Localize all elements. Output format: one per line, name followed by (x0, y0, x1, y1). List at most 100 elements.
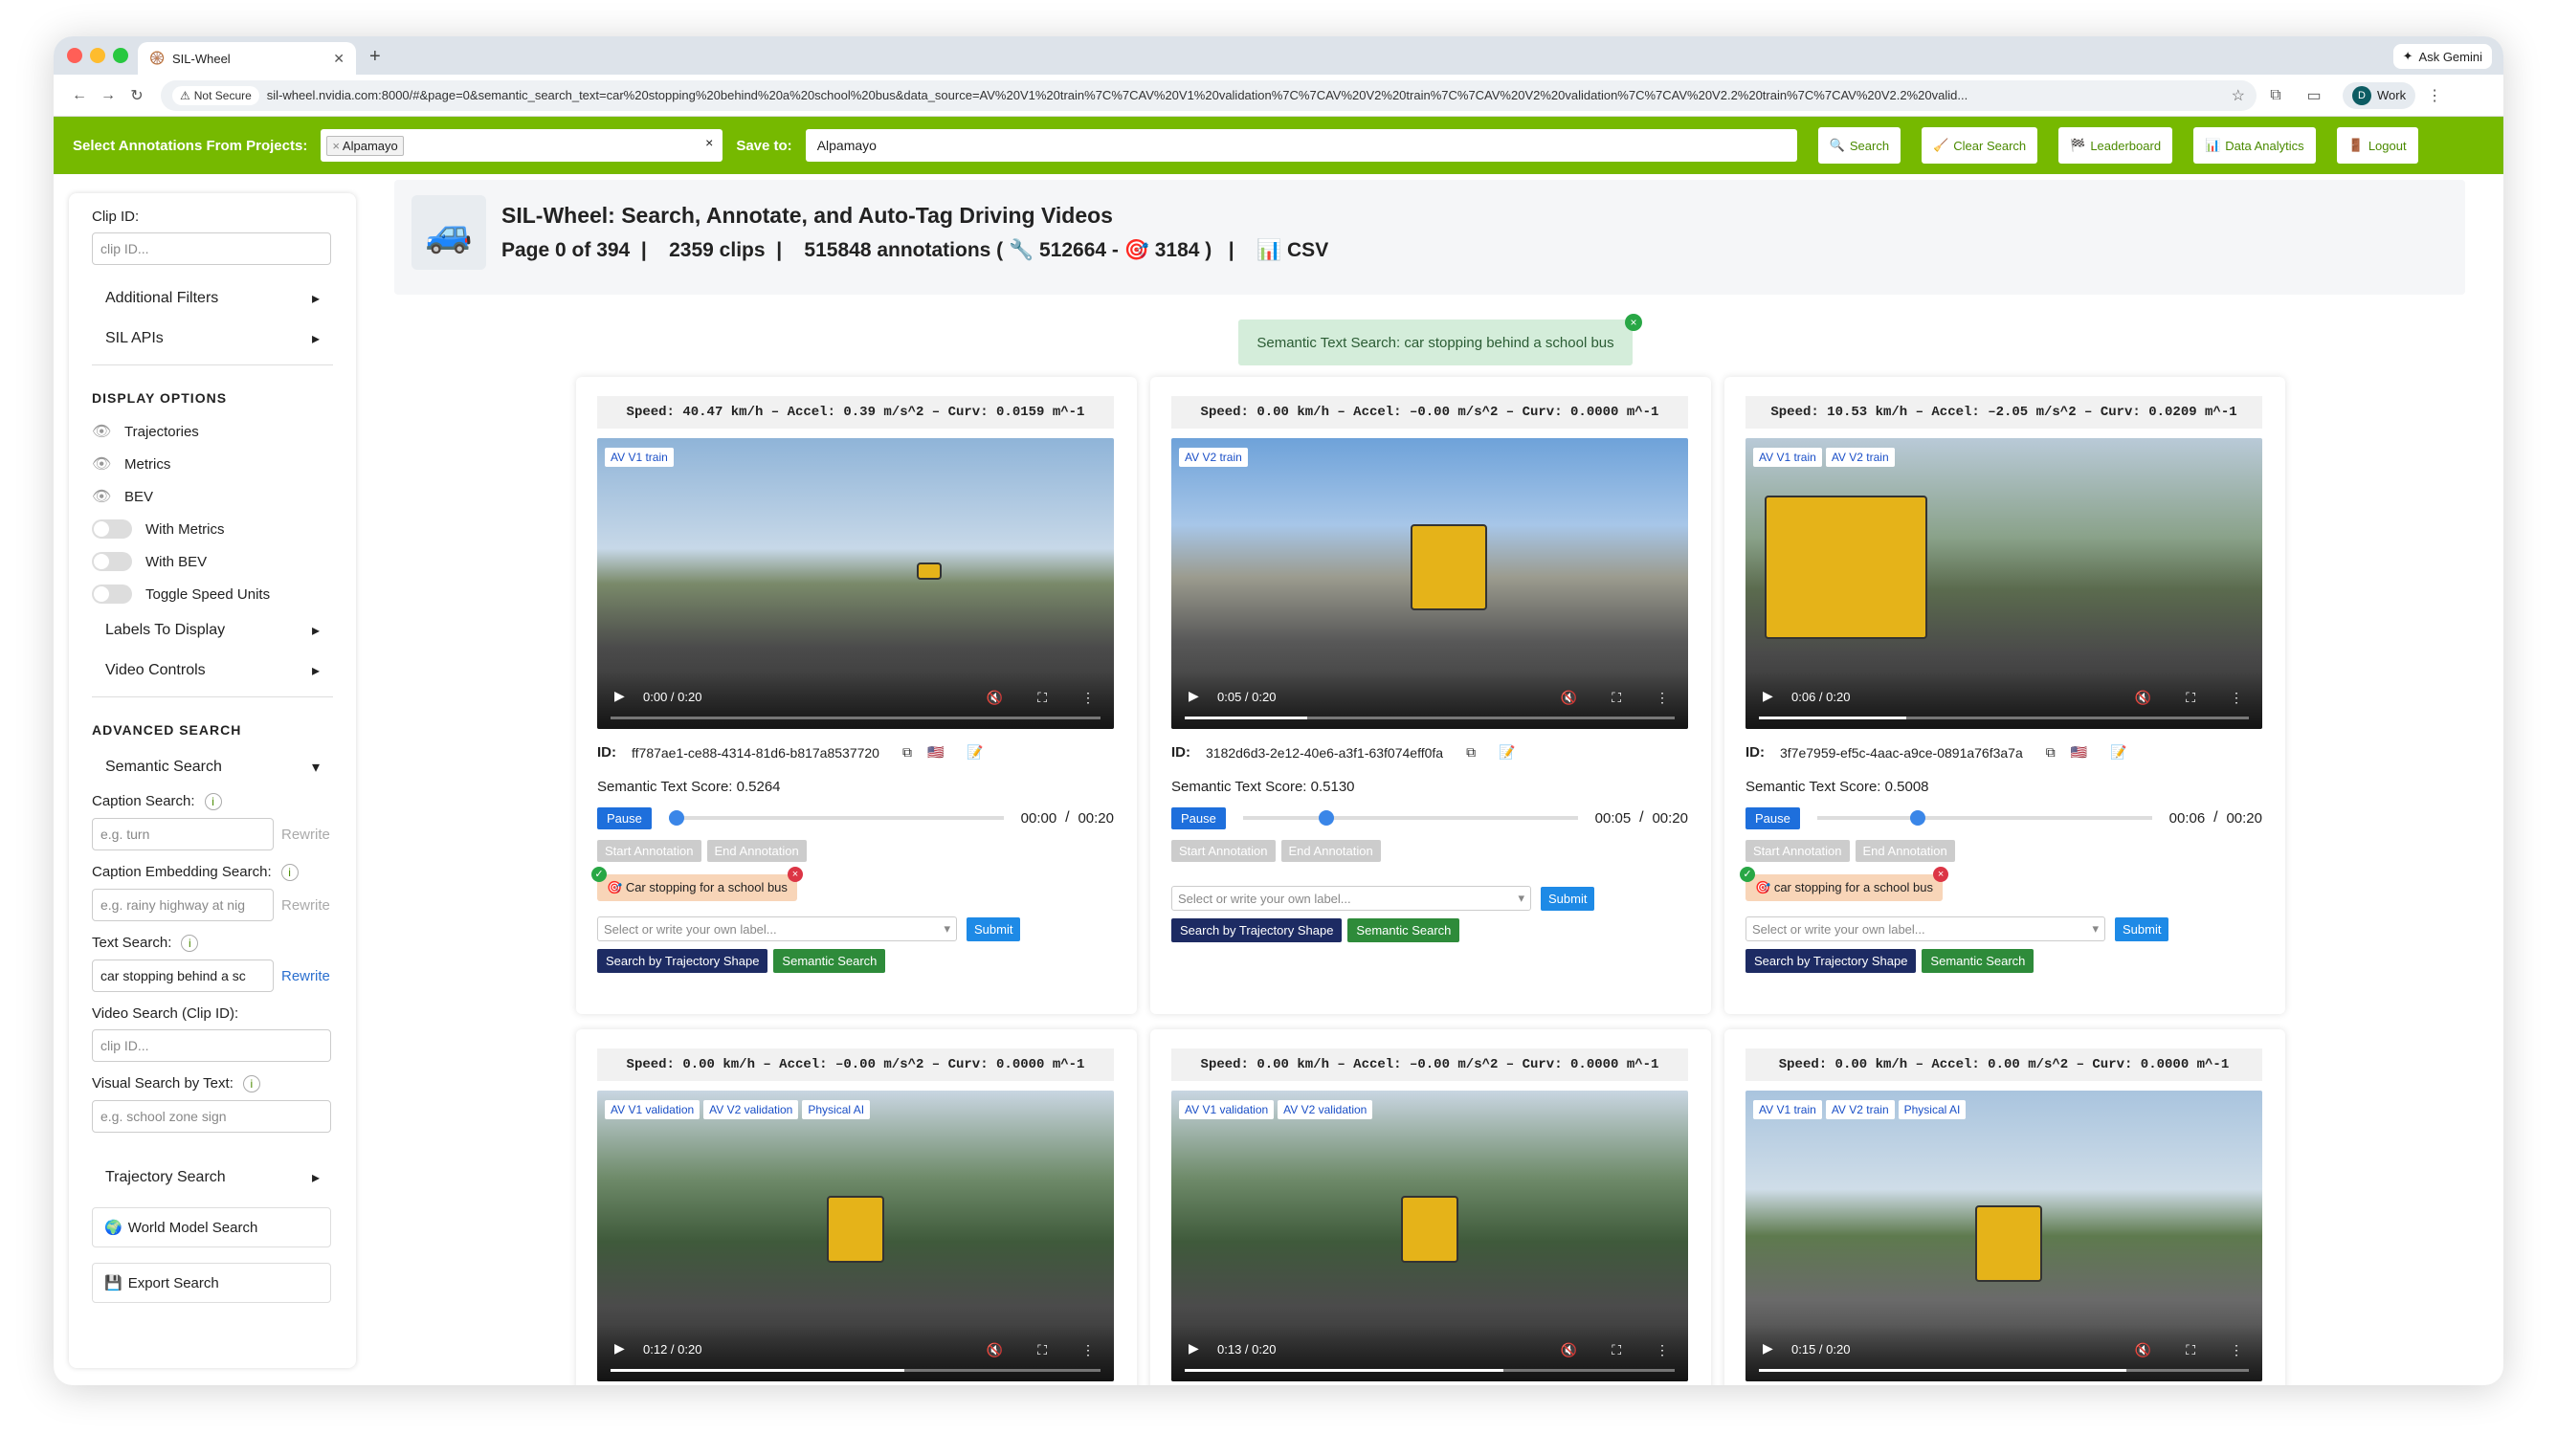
leaderboard-button[interactable]: 🏁 Leaderboard (2058, 127, 2173, 164)
fullscreen-icon[interactable]: ⛶ (2186, 1342, 2195, 1358)
additional-filters-toggle[interactable]: Additional Filters ▸ (92, 278, 333, 319)
reload-icon[interactable]: ↻ (122, 86, 151, 105)
clip-id-input[interactable]: clip ID... (92, 232, 331, 265)
semantic-search-dropdown[interactable]: Semantic Search ▾ (92, 747, 333, 787)
video-progress-bar[interactable] (1185, 717, 1675, 719)
slider-knob[interactable] (668, 810, 684, 826)
browser-tab[interactable]: 🛞 SIL-Wheel ✕ (138, 42, 356, 75)
remove-label-icon[interactable]: × (1933, 867, 1949, 882)
logout-button[interactable]: 🚪 Logout (2336, 127, 2418, 164)
security-indicator[interactable]: ⚠ Not Secure (172, 85, 259, 105)
info-icon[interactable]: i (242, 1075, 260, 1092)
video-search-input[interactable]: clip ID... (92, 1029, 331, 1062)
close-tab-icon[interactable]: ✕ (333, 51, 345, 67)
confirm-icon[interactable]: ✓ (591, 867, 607, 882)
mute-icon[interactable]: 🔇 (2135, 690, 2151, 706)
export-search-button[interactable]: 💾 Export Search (92, 1263, 331, 1303)
rewrite-button[interactable]: Rewrite (281, 827, 330, 843)
video-player[interactable]: AV V1 train ▶ 0:00 / 0:20 🔇 ⛶ ⋮ (597, 438, 1114, 729)
text-search-input[interactable]: car stopping behind a sc (92, 960, 274, 992)
fullscreen-icon[interactable]: ⛶ (2186, 690, 2195, 706)
split-view-icon[interactable]: ▭ (2295, 86, 2333, 105)
mute-icon[interactable]: 🔇 (987, 1342, 1003, 1358)
playback-slider[interactable] (1242, 810, 1578, 826)
mute-icon[interactable]: 🔇 (987, 690, 1003, 706)
trajectory-search-button[interactable]: Search by Trajectory Shape (1171, 918, 1343, 942)
play-icon[interactable]: ▶ (1763, 688, 1773, 704)
eye-icon[interactable]: 👁 (92, 487, 111, 506)
end-annotation-button[interactable]: End Annotation (1855, 840, 1955, 862)
notepad-icon[interactable]: 📝 (2110, 744, 2126, 761)
metrics-option[interactable]: 👁 Metrics (92, 448, 333, 480)
clear-search-button[interactable]: 🧹 Clear Search (1922, 127, 2038, 164)
start-annotation-button[interactable]: Start Annotation (1745, 840, 1850, 862)
toggle-switch[interactable] (92, 519, 132, 539)
toggle-switch[interactable] (92, 585, 132, 604)
video-controls-toggle[interactable]: Video Controls ▸ (92, 651, 333, 691)
toggle-switch[interactable] (92, 552, 132, 571)
speed-units-toggle[interactable]: Toggle Speed Units (92, 578, 333, 610)
visual-search-input[interactable]: e.g. school zone sign (92, 1100, 331, 1133)
rewrite-button[interactable]: Rewrite (281, 968, 330, 984)
more-options-icon[interactable]: ⋮ (1081, 1342, 1095, 1358)
video-player[interactable]: AV V2 train ▶ 0:05 / 0:20 🔇 ⛶ ⋮ (1171, 438, 1688, 729)
save-to-input[interactable]: Alpamayo (805, 129, 1797, 162)
remove-chip-icon[interactable]: × (332, 139, 340, 153)
playback-slider[interactable] (1816, 810, 2152, 826)
notepad-icon[interactable]: 📝 (1499, 744, 1515, 761)
start-annotation-button[interactable]: Start Annotation (1171, 840, 1276, 862)
pause-button[interactable]: Pause (1171, 806, 1226, 829)
info-icon[interactable]: i (204, 793, 222, 810)
more-options-icon[interactable]: ⋮ (1656, 1342, 1669, 1358)
label-select[interactable]: Select or write your own label... ▾ (597, 916, 957, 941)
forward-icon[interactable]: → (94, 87, 122, 104)
confirm-icon[interactable]: ✓ (1740, 867, 1755, 882)
video-progress-bar[interactable] (1185, 1369, 1675, 1372)
maximize-window-button[interactable] (113, 48, 128, 63)
caption-search-input[interactable]: e.g. turn (92, 818, 274, 850)
data-analytics-button[interactable]: 📊 Data Analytics (2193, 127, 2316, 164)
bev-option[interactable]: 👁 BEV (92, 480, 333, 513)
fullscreen-icon[interactable]: ⛶ (1037, 690, 1047, 706)
fullscreen-icon[interactable]: ⛶ (1612, 690, 1621, 706)
play-icon[interactable]: ▶ (1189, 688, 1199, 704)
info-icon[interactable]: i (280, 864, 299, 881)
pause-button[interactable]: Pause (1745, 806, 1800, 829)
clear-projects-icon[interactable]: × (705, 135, 713, 150)
video-player[interactable]: AV V1 validation AV V2 validation Physical… (597, 1091, 1114, 1381)
bookmark-star-icon[interactable]: ☆ (2232, 86, 2245, 105)
copy-icon[interactable]: ⧉ (1466, 744, 1476, 761)
back-icon[interactable]: ← (65, 87, 94, 104)
trajectory-search-button[interactable]: Search by Trajectory Shape (1745, 949, 1917, 973)
project-multiselect[interactable]: × Alpamayo × (321, 129, 723, 162)
fullscreen-icon[interactable]: ⛶ (1037, 1342, 1047, 1358)
sil-apis-toggle[interactable]: SIL APIs ▸ (92, 319, 333, 359)
minimize-window-button[interactable] (90, 48, 105, 63)
play-icon[interactable]: ▶ (1763, 1340, 1773, 1357)
slider-knob[interactable] (1909, 810, 1925, 826)
video-player[interactable]: AV V1 validation AV V2 validation ▶ 0:13 … (1171, 1091, 1688, 1381)
end-annotation-button[interactable]: End Annotation (1280, 840, 1381, 862)
more-options-icon[interactable]: ⋮ (1081, 690, 1095, 706)
semantic-search-button[interactable]: Semantic Search (1347, 918, 1460, 942)
submit-button[interactable]: Submit (2115, 916, 2169, 941)
menu-kebab-icon[interactable]: ⋮ (2415, 86, 2454, 105)
rewrite-button[interactable]: Rewrite (281, 897, 330, 914)
video-player[interactable]: AV V1 train AV V2 train ▶ 0:06 / 0:20 🔇 ⛶ ⋮ (1745, 438, 2262, 729)
search-button[interactable]: 🔍 Search (1817, 127, 1901, 164)
with-metrics-toggle[interactable]: With Metrics (92, 513, 333, 545)
more-options-icon[interactable]: ⋮ (2230, 690, 2243, 706)
extensions-icon[interactable]: ⧉ (2257, 87, 2295, 104)
video-player[interactable]: AV V1 train AV V2 train Physical AI ▶ 0:15… (1745, 1091, 2262, 1381)
label-select[interactable]: Select or write your own label... ▾ (1171, 886, 1531, 911)
address-bar[interactable]: ⚠ Not Secure sil-wheel.nvidia.com:8000/#… (161, 79, 2257, 111)
end-annotation-button[interactable]: End Annotation (706, 840, 807, 862)
submit-button[interactable]: Submit (1541, 886, 1595, 911)
semantic-search-button[interactable]: Semantic Search (1922, 949, 2034, 973)
play-icon[interactable]: ▶ (1189, 1340, 1199, 1357)
mute-icon[interactable]: 🔇 (2135, 1342, 2151, 1358)
close-banner-icon[interactable]: × (1625, 314, 1642, 331)
notepad-icon[interactable]: 📝 (967, 744, 983, 761)
trajectory-search-toggle[interactable]: Trajectory Search ▸ (92, 1158, 333, 1198)
play-icon[interactable]: ▶ (614, 1340, 625, 1357)
